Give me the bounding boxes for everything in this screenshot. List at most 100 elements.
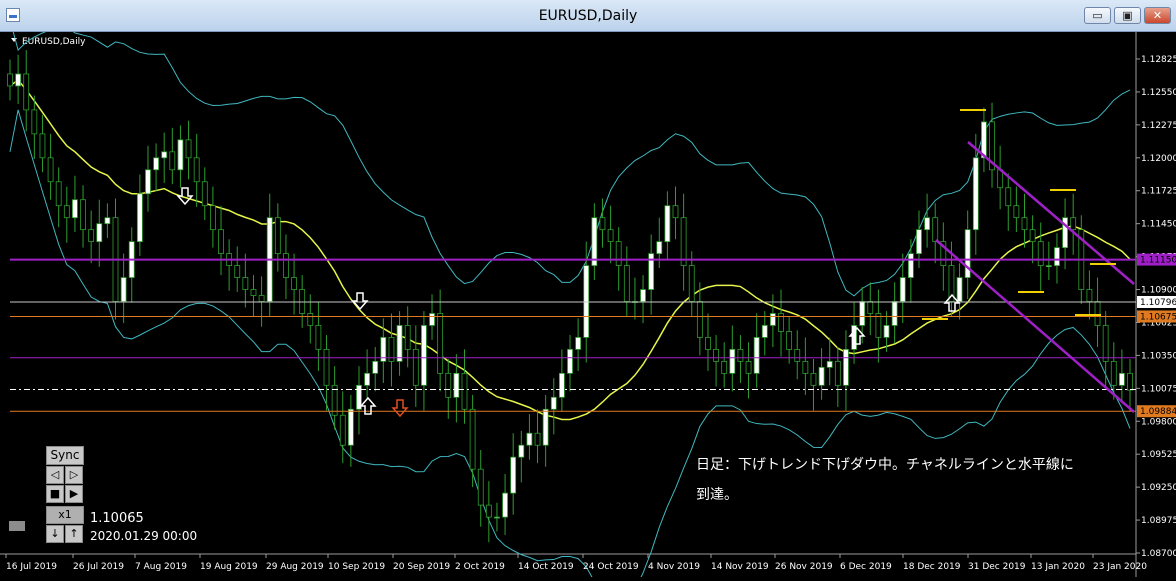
next-button[interactable]: ▷ [65, 466, 83, 484]
candle-body [672, 205, 679, 219]
price-tick-label: 1.12825 [1141, 55, 1176, 65]
candle-body [1005, 187, 1012, 207]
candle-body [372, 360, 379, 374]
candle-body [494, 516, 500, 519]
price-tick-label: 1.12000 [1141, 154, 1176, 164]
candle-body [258, 295, 265, 302]
minimize-button[interactable]: ▭ [1084, 7, 1111, 24]
candle-body [761, 325, 768, 338]
candle-body [1094, 301, 1101, 326]
candle-body [72, 199, 78, 219]
candle-body [526, 432, 533, 446]
price-chart[interactable]: EURUSD,Daily 1.128251.125501.122751.1200… [0, 19, 1176, 581]
candle-body [1045, 265, 1052, 267]
date-tick-label: 7 Aug 2019 [135, 562, 187, 572]
candle-body [753, 337, 760, 374]
scroll-marker[interactable] [9, 521, 25, 531]
candle-body [745, 360, 752, 374]
candle-body [818, 366, 825, 386]
date-tick-label: 31 Dec 2019 [968, 562, 1026, 572]
candle-body [242, 277, 249, 290]
play-button[interactable]: ▶ [65, 485, 83, 503]
candle-body [218, 229, 224, 255]
candle-body [680, 217, 687, 266]
candle-body [421, 325, 427, 386]
readout-time: 2020.01.29 00:00 [90, 529, 198, 543]
candle-body [883, 325, 890, 338]
date-tick-label: 23 Jan 2020 [1093, 562, 1147, 572]
candle-body [640, 289, 646, 302]
candle-body [47, 157, 54, 183]
candle-body [453, 372, 460, 398]
candle-body [404, 325, 411, 350]
candle-body [615, 241, 622, 266]
candle-body [39, 133, 46, 159]
candle-body [794, 349, 801, 362]
speed-up-button[interactable]: ↑ [65, 525, 83, 543]
candle-body [656, 241, 663, 255]
price-tick-label: 1.09250 [1141, 483, 1176, 493]
candle-body [575, 337, 582, 350]
candle-body [981, 121, 987, 159]
candle-body [875, 313, 882, 338]
candle-body [201, 181, 208, 207]
chart-area[interactable]: EURUSD,Daily 1.12825 1.12550 1.12275 1.1200… [0, 19, 1176, 581]
candle-body [1118, 372, 1125, 386]
candle-body [1102, 325, 1109, 362]
candle-body [550, 396, 557, 410]
candle-body [688, 265, 695, 302]
candle-body [623, 265, 630, 302]
candle-body [396, 325, 403, 362]
stop-button[interactable]: ■ [46, 485, 64, 503]
price-tick-label: 1.11725 [1141, 187, 1176, 197]
candle-body [274, 217, 281, 255]
candle-body [412, 349, 419, 386]
candle-body [283, 253, 289, 278]
candle-body [307, 313, 314, 326]
prev-button[interactable]: ◁ [46, 466, 64, 484]
speed-down-button[interactable]: ↓ [46, 525, 64, 543]
candle-body [502, 492, 508, 518]
date-tick-label: 26 Jul 2019 [73, 562, 124, 572]
price-tick-label: 1.08975 [1141, 516, 1176, 526]
date-tick-label: 16 Jul 2019 [6, 562, 57, 572]
price-tick-label: 1.11450 [1141, 220, 1176, 230]
candle-body [1054, 247, 1060, 266]
candle-body [234, 265, 241, 278]
candle-body [185, 139, 192, 159]
candle-body [907, 253, 914, 278]
candle-body [7, 73, 13, 87]
candle-body [956, 277, 963, 302]
candle-body [916, 229, 922, 255]
date-tick-label: 18 Dec 2019 [903, 562, 961, 572]
candle-body [347, 408, 354, 446]
candle-body [607, 229, 614, 243]
candle-body [843, 349, 849, 386]
price-highlight-label: 1.10675 [1140, 312, 1176, 322]
candle-body [429, 313, 435, 326]
candle-body [518, 444, 525, 458]
candle-body [80, 199, 86, 231]
candle-body [696, 301, 703, 338]
sync-button[interactable]: Sync [46, 446, 84, 465]
price-tick-label: 1.08700 [1141, 549, 1176, 559]
close-button[interactable]: ✕ [1144, 7, 1171, 24]
candle-body [542, 408, 549, 446]
speed-button[interactable]: x1 [46, 506, 84, 524]
candle-body [364, 372, 371, 386]
restore-button[interactable]: ▣ [1114, 7, 1141, 24]
candle-body [339, 414, 346, 446]
date-tick-label: 24 Oct 2019 [583, 562, 639, 572]
date-tick-label: 19 Aug 2019 [200, 562, 258, 572]
candle-body [437, 313, 444, 374]
candle-body [1013, 205, 1020, 219]
candle-body [445, 372, 452, 398]
date-tick-label: 6 Dec 2019 [840, 562, 892, 572]
window-titlebar: EURUSD,Daily ▭ ▣ ✕ [0, 0, 1176, 32]
candle-body [15, 73, 22, 87]
candle-body [136, 193, 143, 243]
candle-body [721, 360, 728, 374]
candle-body [88, 229, 95, 243]
price-tick-label: 1.12275 [1141, 121, 1176, 131]
candle-body [867, 301, 874, 314]
